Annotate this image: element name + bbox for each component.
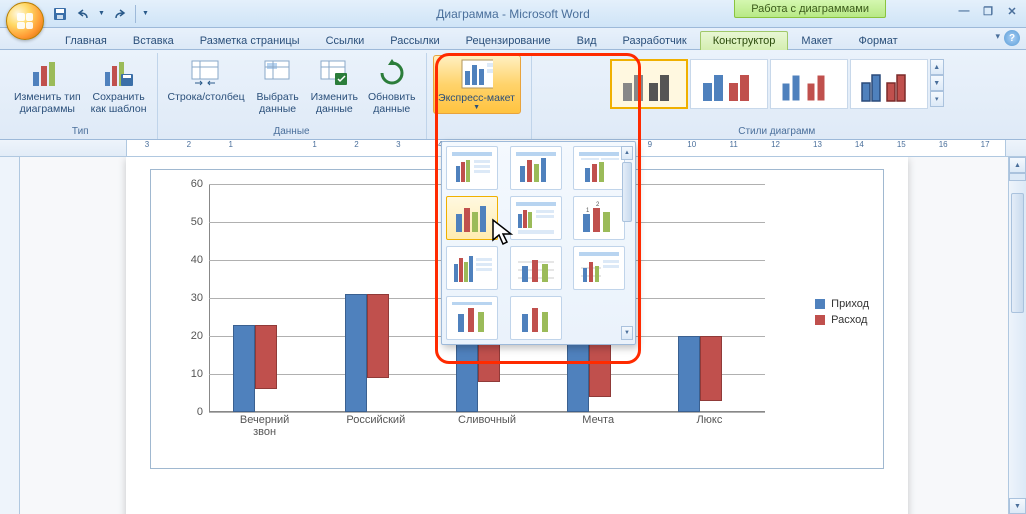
redo-icon[interactable] — [109, 4, 129, 24]
tab-references[interactable]: Ссылки — [313, 31, 378, 50]
change-chart-type-label: Изменить тип диаграммы — [14, 91, 81, 115]
edit-data-label: Изменить данные — [311, 91, 358, 115]
ribbon-tabs: Главная Вставка Разметка страницы Ссылки… — [0, 28, 1026, 50]
group-chart-layouts: Экспресс-макет ▼ — [427, 53, 532, 139]
tab-home[interactable]: Главная — [52, 31, 120, 50]
group-type: Изменить тип диаграммы Сохранить как шаб… — [4, 53, 158, 139]
gallery-scroll-down[interactable]: ▼ — [621, 326, 633, 340]
tab-view[interactable]: Вид — [564, 31, 610, 50]
chart-styles-scroll: ▲ ▼ ▾ — [930, 59, 944, 107]
ribbon: Изменить тип диаграммы Сохранить как шаб… — [0, 50, 1026, 140]
row-column-icon — [190, 57, 222, 89]
scroll-thumb[interactable] — [1011, 193, 1024, 313]
legend-series-2: Расход — [831, 314, 867, 326]
ribbon-minimize-icon[interactable]: ▾ — [995, 31, 1000, 42]
select-data-label: Выбрать данные — [256, 91, 298, 115]
save-icon[interactable] — [50, 4, 70, 24]
vertical-scrollbar[interactable]: ▲ ▼ — [1008, 157, 1026, 514]
close-button[interactable]: ✕ — [1004, 4, 1020, 18]
edit-data-icon — [318, 57, 350, 89]
undo-dropdown-icon[interactable]: ▼ — [98, 10, 105, 17]
chart-style-4[interactable] — [850, 59, 928, 109]
styles-scroll-up[interactable]: ▲ — [930, 59, 944, 75]
layout-option-8[interactable] — [510, 246, 562, 290]
layout-option-7[interactable] — [446, 246, 498, 290]
layout-option-11[interactable] — [510, 296, 562, 340]
gallery-scroll-thumb[interactable] — [622, 162, 632, 222]
refresh-data-label: Обновить данные — [368, 91, 416, 115]
layout-option-10[interactable] — [446, 296, 498, 340]
template-icon — [103, 57, 135, 89]
window-controls: — ❐ ✕ — [956, 4, 1020, 18]
tab-mailings[interactable]: Рассылки — [377, 31, 452, 50]
select-data-button[interactable]: Выбрать данные — [251, 55, 305, 117]
chart-type-icon — [31, 57, 63, 89]
vertical-ruler[interactable] — [0, 157, 20, 514]
layout-option-6[interactable]: 12 — [573, 196, 625, 240]
layout-option-3[interactable] — [573, 146, 625, 190]
chart-style-3[interactable] — [770, 59, 848, 109]
gallery-scrollbar[interactable]: ▲ ▼ — [621, 146, 633, 340]
layout-option-5[interactable] — [510, 196, 562, 240]
quick-layout-button[interactable]: Экспресс-макет ▼ — [433, 55, 521, 114]
layout-option-9[interactable] — [573, 246, 625, 290]
tab-page-layout[interactable]: Разметка страницы — [187, 31, 313, 50]
change-chart-type-button[interactable]: Изменить тип диаграммы — [10, 55, 85, 117]
chart-style-1[interactable] — [610, 59, 688, 109]
group-type-label: Тип — [10, 124, 151, 139]
group-styles-label: Стили диаграмм — [538, 124, 1016, 139]
layout-option-4[interactable] — [446, 196, 498, 240]
tab-layout[interactable]: Макет — [788, 31, 845, 50]
group-data-label: Данные — [164, 124, 420, 139]
split-handle[interactable] — [1009, 173, 1026, 181]
tab-format[interactable]: Формат — [846, 31, 911, 50]
layout-option-1[interactable] — [446, 146, 498, 190]
svg-text:2: 2 — [596, 202, 600, 208]
legend-series-1: Приход — [831, 298, 869, 310]
styles-scroll-down[interactable]: ▼ — [930, 75, 944, 91]
refresh-icon — [376, 57, 408, 89]
tab-review[interactable]: Рецензирование — [453, 31, 564, 50]
edit-data-button[interactable]: Изменить данные — [307, 55, 362, 117]
titlebar: ▼ ▼ Диаграмма - Microsoft Word Работа с … — [0, 0, 1026, 28]
chart-legend: Приход Расход — [815, 294, 869, 330]
tab-design[interactable]: Конструктор — [700, 31, 789, 50]
scroll-down-icon[interactable]: ▼ — [1009, 498, 1026, 514]
quick-layout-label: Экспресс-макет — [438, 92, 515, 104]
save-as-template-label: Сохранить как шаблон — [91, 91, 147, 115]
tab-developer[interactable]: Разработчик — [610, 31, 700, 50]
gallery-scroll-up[interactable]: ▲ — [621, 146, 633, 160]
group-layouts-label — [433, 124, 521, 139]
dropdown-caret-icon: ▼ — [473, 104, 480, 111]
layout-option-2[interactable] — [510, 146, 562, 190]
svg-text:1: 1 — [586, 208, 590, 214]
save-as-template-button[interactable]: Сохранить как шаблон — [87, 55, 151, 117]
switch-row-column-label: Строка/столбец — [168, 91, 245, 103]
quick-layout-icon — [461, 58, 493, 90]
chart-style-2[interactable] — [690, 59, 768, 109]
quick-access-toolbar: ▼ ▼ — [50, 0, 149, 27]
quick-layout-gallery: 12 ▲ ▼ — [441, 141, 636, 345]
help-icon[interactable]: ? — [1004, 30, 1020, 46]
tab-insert[interactable]: Вставка — [120, 31, 187, 50]
undo-icon[interactable] — [74, 4, 94, 24]
scroll-up-icon[interactable]: ▲ — [1009, 157, 1026, 173]
group-data: Строка/столбец Выбрать данные Изменить д… — [158, 53, 427, 139]
refresh-data-button[interactable]: Обновить данные — [364, 55, 420, 117]
qat-separator — [135, 5, 136, 23]
group-chart-styles: ▲ ▼ ▾ Стили диаграмм — [532, 53, 1022, 139]
contextual-tab-title: Работа с диаграммами — [734, 0, 886, 18]
minimize-button[interactable]: — — [956, 4, 972, 18]
office-button[interactable] — [6, 2, 44, 40]
restore-button[interactable]: ❐ — [980, 4, 996, 18]
select-data-icon — [262, 57, 294, 89]
switch-row-column-button[interactable]: Строка/столбец — [164, 55, 249, 105]
styles-more[interactable]: ▾ — [930, 91, 944, 107]
qat-customize-icon[interactable]: ▼ — [142, 10, 149, 17]
